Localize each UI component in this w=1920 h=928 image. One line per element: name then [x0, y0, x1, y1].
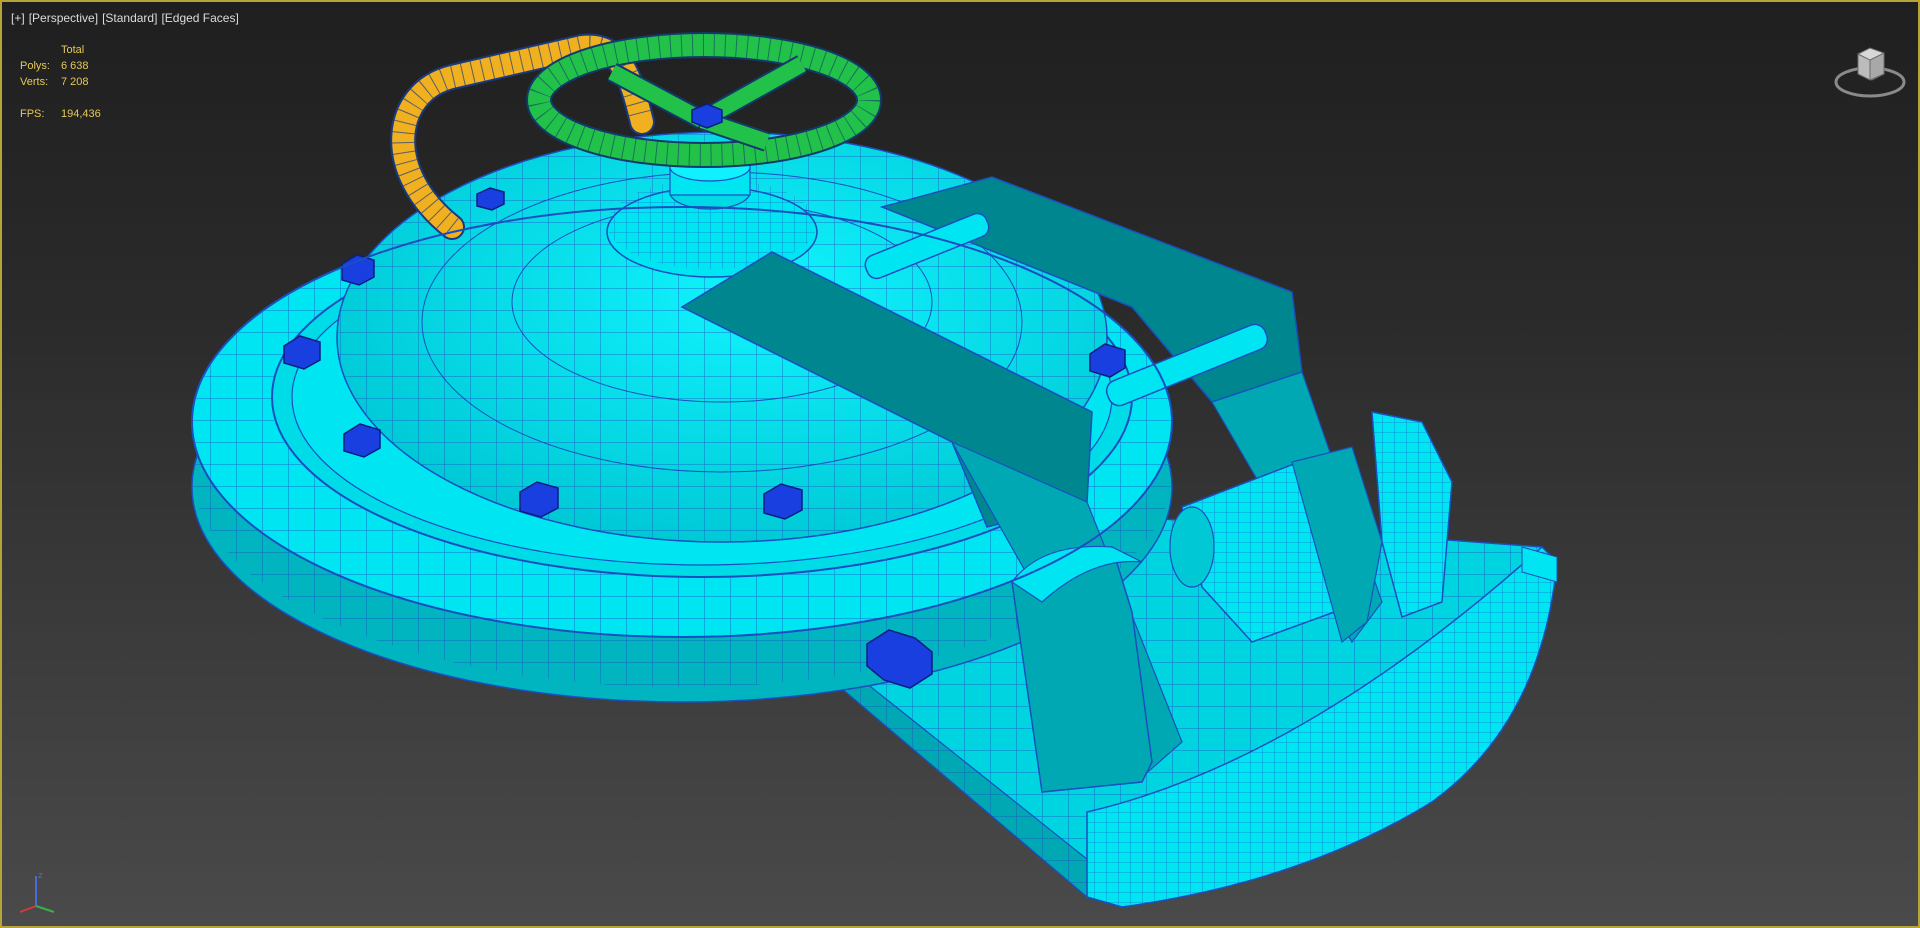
- polys-label: Polys:: [20, 60, 50, 72]
- axis-tripod-icon: z: [19, 871, 55, 913]
- viewport-point-of-view-menu[interactable]: [Perspective]: [28, 11, 99, 25]
- svg-text:z: z: [38, 871, 43, 881]
- verts-value: 7 208: [61, 76, 89, 88]
- 3d-viewport[interactable]: [+] [Perspective] [Standard] [Edged Face…: [0, 0, 1920, 928]
- viewport-shading-menu[interactable]: [Standard]: [101, 11, 158, 25]
- viewport-general-menu[interactable]: [+]: [10, 11, 26, 25]
- viewport-display-mode-menu[interactable]: [Edged Faces]: [160, 11, 239, 25]
- stats-header: Total: [61, 44, 85, 56]
- viewport-label-menu: [+] [Perspective] [Standard] [Edged Face…: [10, 11, 240, 25]
- fps-label: FPS:: [20, 108, 45, 120]
- polys-value: 6 638: [61, 60, 89, 72]
- hatch-cover-model[interactable]: [2, 2, 1920, 928]
- verts-label: Verts:: [20, 76, 49, 88]
- scene-statistics: Total Polys: 6 638 Verts: 7 208 FPS: 194,43…: [20, 42, 101, 122]
- viewcube-icon[interactable]: [1830, 36, 1910, 106]
- fps-value: 194,436: [61, 108, 101, 120]
